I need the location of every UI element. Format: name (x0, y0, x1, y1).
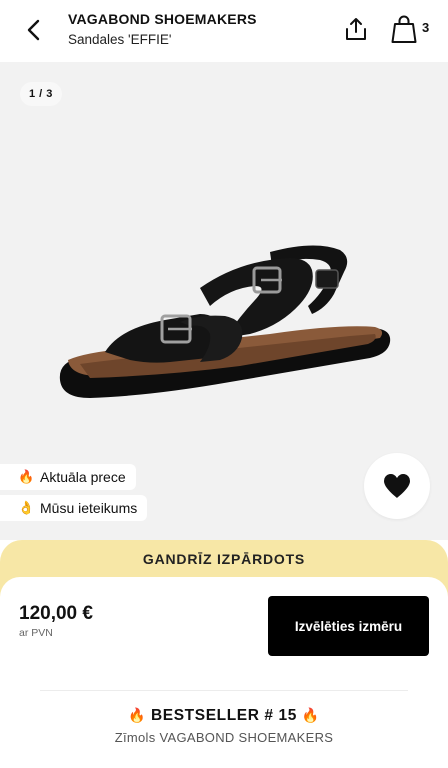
product-image-gallery[interactable]: 1 / 3 🔥 Aktuāla prece 👌 Mūsu ieteikums (0, 62, 448, 540)
vat-note: ar PVN (19, 627, 53, 639)
share-button[interactable] (342, 14, 370, 44)
tag-recommended-label: Mūsu ieteikums (40, 500, 138, 516)
select-size-button[interactable]: Izvēlēties izmēru (268, 596, 429, 656)
sandal-product-image (59, 245, 391, 398)
bag-count-badge: 3 (422, 20, 430, 35)
brand-name: VAGABOND SHOEMAKERS (68, 11, 257, 27)
shopping-bag-icon (391, 15, 417, 43)
wishlist-button[interactable] (364, 453, 430, 519)
divider (40, 690, 408, 691)
top-bar: VAGABOND SHOEMAKERS Sandales 'EFFIE' 3 (0, 0, 448, 62)
shopping-bag-button[interactable] (388, 13, 420, 45)
bestseller-label: 🔥 BESTSELLER # 15 🔥 (0, 707, 448, 725)
back-button[interactable] (20, 16, 48, 44)
tag-recommended: 👌 Mūsu ieteikums (0, 495, 148, 521)
share-icon (346, 18, 366, 40)
product-name: Sandales 'EFFIE' (68, 32, 172, 47)
bestseller-subtitle: Zīmols VAGABOND SHOEMAKERS (114, 730, 334, 745)
chevron-left-icon (27, 19, 40, 41)
fire-icon: 🔥 (18, 469, 35, 484)
fire-icon: 🔥 (128, 707, 147, 723)
fire-icon: 🔥 (301, 707, 320, 723)
image-counter: 1 / 3 (20, 82, 62, 106)
purchase-panel: 120,00 € ar PVN Izvēlēties izmēru 🔥 BEST… (0, 577, 448, 768)
tag-trending-label: Aktuāla prece (40, 469, 126, 485)
bestseller-text: BESTSELLER # 15 (151, 707, 297, 724)
tag-trending: 🔥 Aktuāla prece (0, 464, 136, 490)
price-value: 120,00 € (19, 603, 93, 624)
ok-hand-icon: 👌 (18, 500, 35, 515)
title-block: VAGABOND SHOEMAKERS Sandales 'EFFIE' (68, 11, 257, 50)
heart-icon (383, 473, 411, 498)
almost-sold-out-text: GANDRĪZ IZPĀRDOTS (142, 551, 306, 567)
